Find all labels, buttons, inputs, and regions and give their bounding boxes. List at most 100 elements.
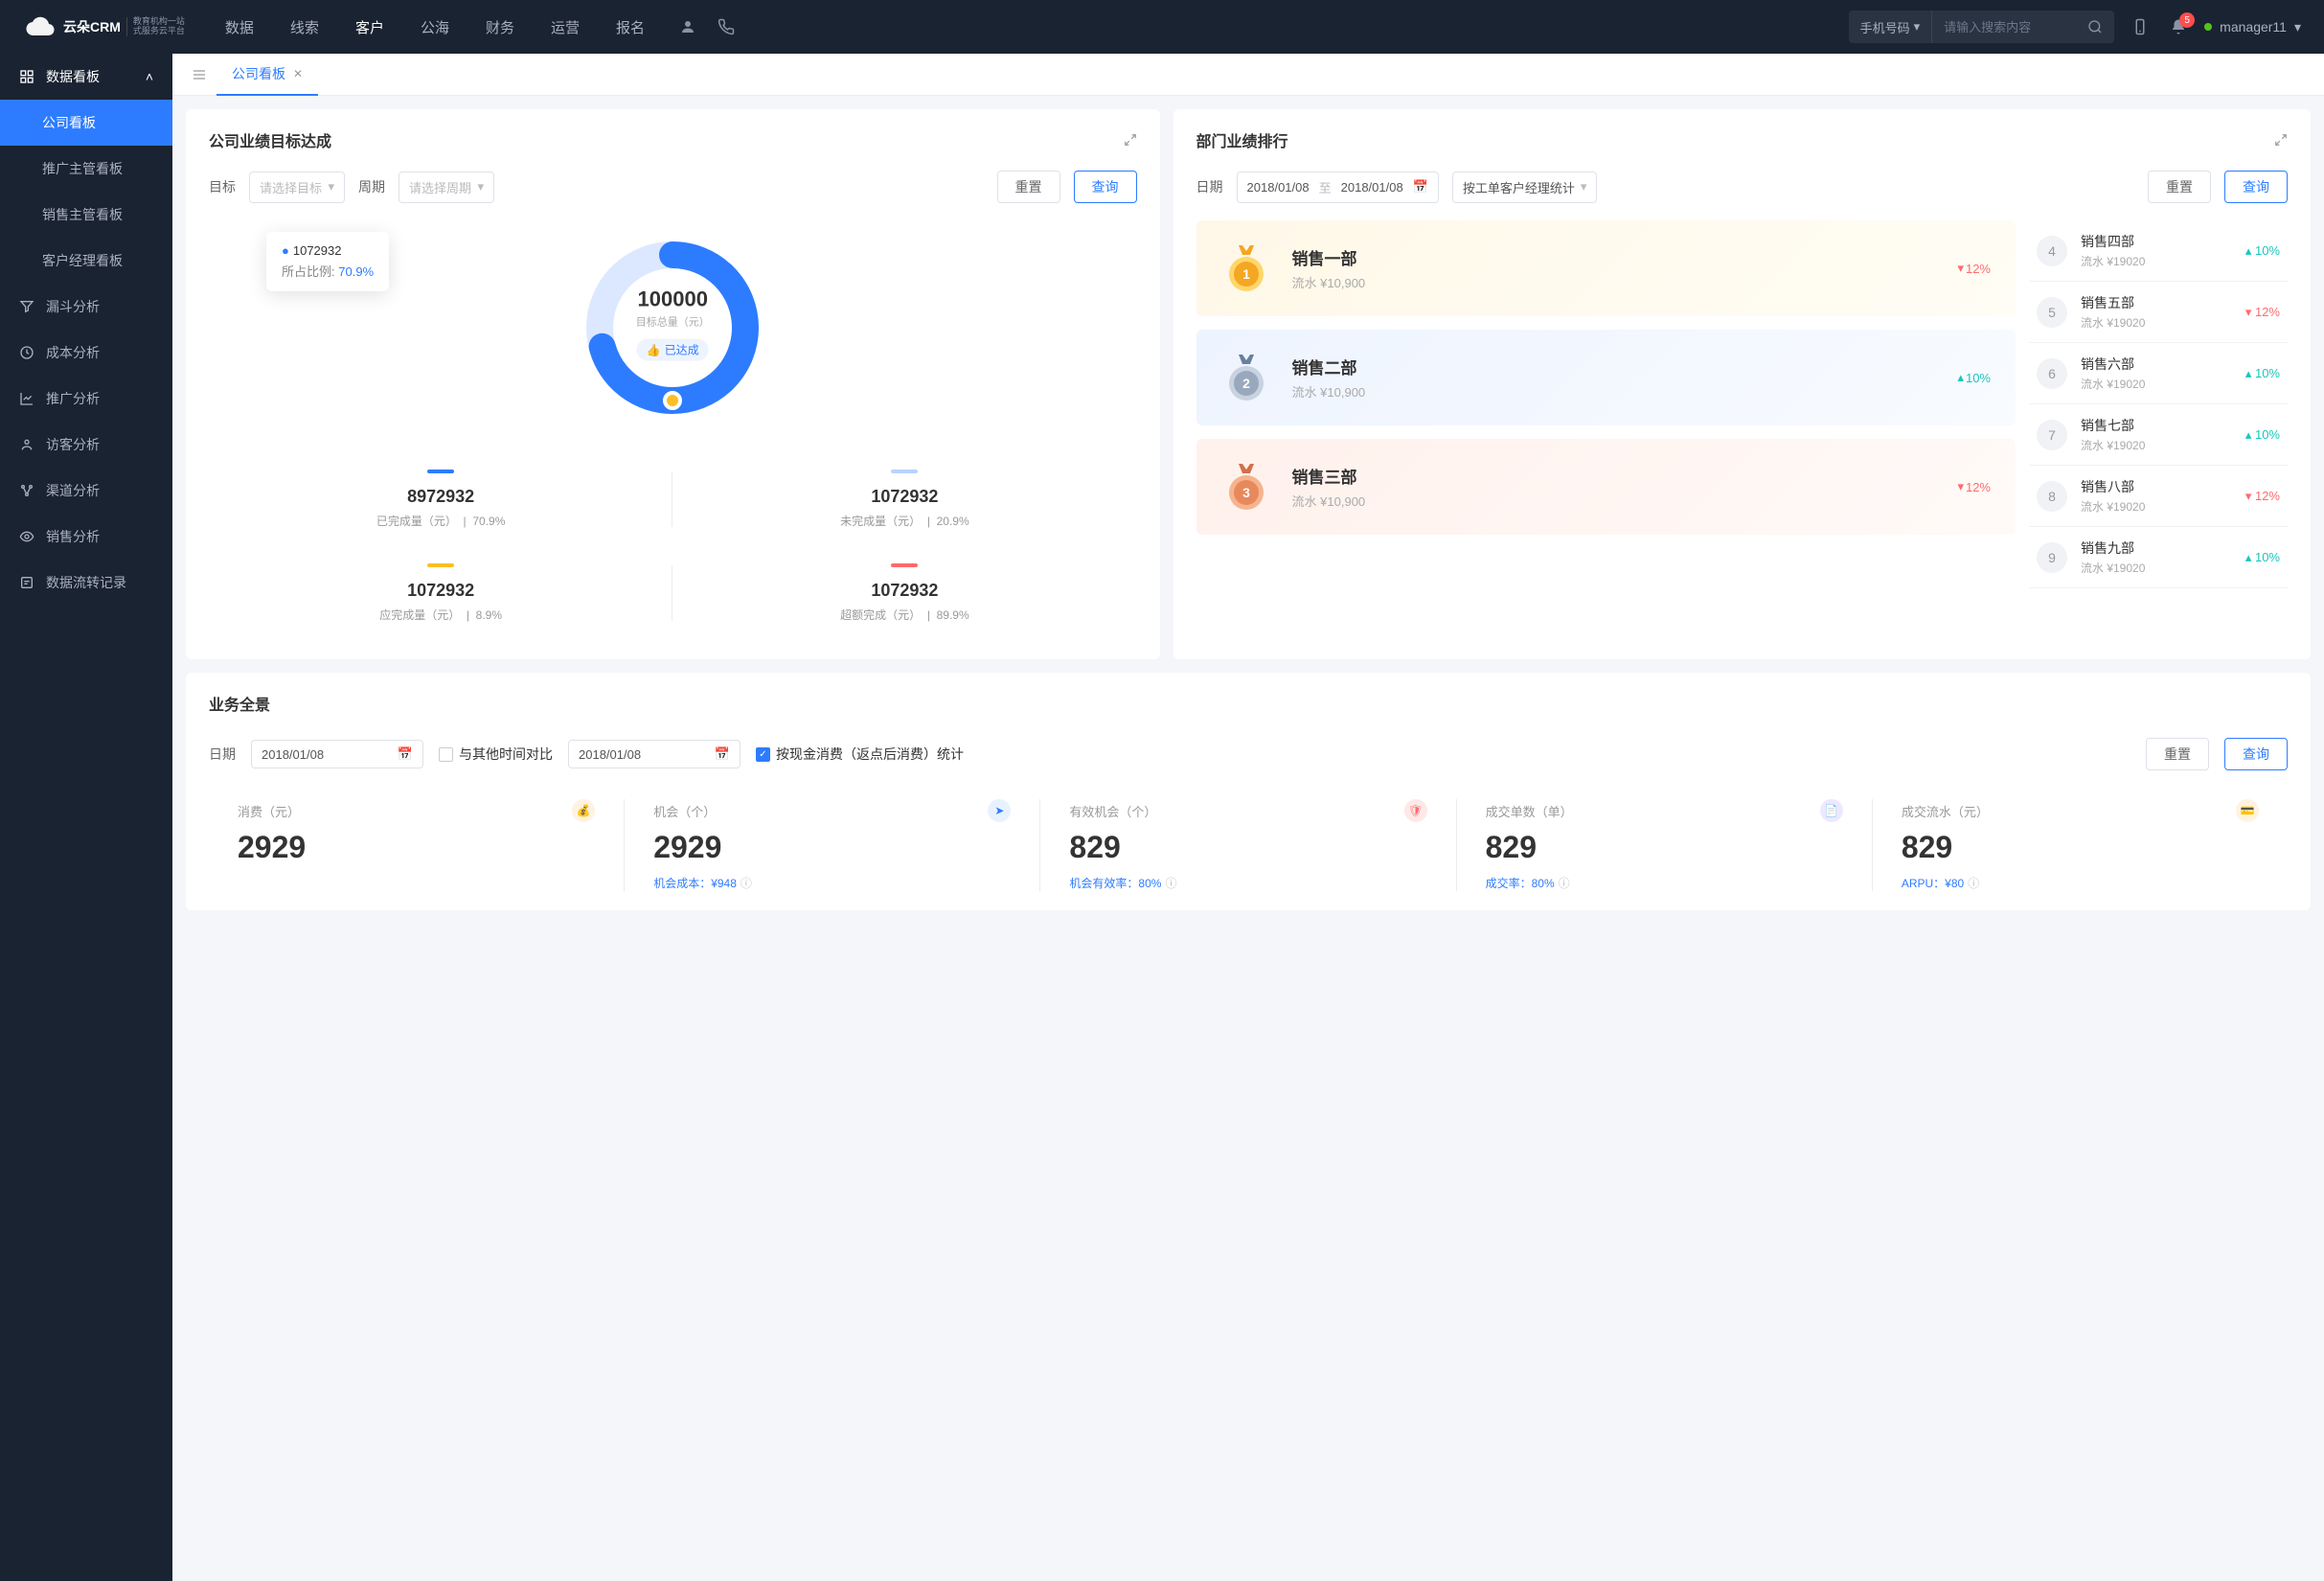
sidebar-single-visitor[interactable]: 访客分析 [0, 422, 172, 468]
tooltip-ratio-label: 所占比例: [282, 264, 335, 279]
podium-pct: ▾ 12% [1957, 479, 1991, 494]
rank-name: 销售八部 [2081, 477, 2145, 496]
date-value: 2018/01/08 [262, 747, 324, 762]
sidebar-single-channel[interactable]: 渠道分析 [0, 468, 172, 514]
rank-item-7[interactable]: 7 销售七部 流水 ¥19020 ▴ 10% [2029, 404, 2288, 466]
topnav-item-6[interactable]: 报名 [599, 0, 662, 54]
date-picker-2[interactable]: 2018/01/08 📅 [568, 740, 740, 768]
help-icon[interactable]: ⓘ [740, 875, 752, 891]
search-type-label: 手机号码 [1860, 18, 1910, 36]
rank-sub: 流水 ¥19020 [2081, 498, 2145, 515]
stat-label: 已完成量（元） | 70.9% [218, 513, 663, 529]
search-input[interactable] [1932, 20, 2076, 34]
date-label: 日期 [1196, 177, 1223, 196]
goal-select[interactable]: 请选择目标 ▾ [249, 172, 345, 203]
stat-by-select[interactable]: 按工单客户经理统计 ▾ [1452, 172, 1598, 203]
arrow-up-icon: ▴ [2245, 243, 2252, 258]
stat-cell-1: 1072932 未完成量（元） | 20.9% [672, 452, 1136, 546]
rank-item-5[interactable]: 5 销售五部 流水 ¥19020 ▾ 12% [2029, 282, 2288, 343]
doc-icon: 📄 [1820, 799, 1843, 822]
sidebar-single-label: 推广分析 [46, 389, 100, 408]
search-button[interactable] [2076, 19, 2114, 34]
rank-number: 5 [2037, 297, 2067, 328]
podium-item-3[interactable]: 3 销售三部 流水 ¥10,900 ▾ 12% [1196, 439, 2016, 535]
topnav-item-0[interactable]: 数据 [208, 0, 271, 54]
compare-checkbox[interactable]: 与其他时间对比 [439, 745, 553, 764]
bag-icon: 💰 [572, 799, 595, 822]
user-menu[interactable]: manager11 ▾ [2204, 19, 2301, 35]
rank-item-6[interactable]: 6 销售六部 流水 ¥19020 ▴ 10% [2029, 343, 2288, 404]
query-button[interactable]: 查询 [2224, 171, 2288, 203]
sidebar-single-chart[interactable]: 推广分析 [0, 376, 172, 422]
query-button[interactable]: 查询 [2224, 738, 2288, 770]
thumbs-up-icon: 👍 [647, 343, 661, 356]
reset-button[interactable]: 重置 [2148, 171, 2211, 203]
sidebar-item-3[interactable]: 客户经理看板 [0, 238, 172, 284]
sidebar-single-eye[interactable]: 销售分析 [0, 514, 172, 560]
sidebar-group-dashboard[interactable]: 数据看板 ˄ [0, 54, 172, 100]
metric-label: 有效机会（个） [1069, 802, 1156, 820]
phone-icon[interactable] [718, 18, 735, 35]
rank-item-8[interactable]: 8 销售八部 流水 ¥19020 ▾ 12% [2029, 466, 2288, 527]
period-select[interactable]: 请选择周期 ▾ [399, 172, 494, 203]
sidebar-single-clock[interactable]: 成本分析 [0, 330, 172, 376]
query-button[interactable]: 查询 [1074, 171, 1137, 203]
search-type-select[interactable]: 手机号码 ▾ [1849, 11, 1933, 43]
calendar-icon: 📅 [398, 746, 413, 762]
rank-sub: 流水 ¥19020 [2081, 314, 2145, 331]
stat-label: 应完成量（元） | 8.9% [218, 607, 663, 623]
stat-value: 1072932 [682, 581, 1127, 601]
sidebar-toggle[interactable] [182, 67, 216, 82]
help-icon[interactable]: ⓘ [1559, 875, 1570, 891]
date-picker-1[interactable]: 2018/01/08 📅 [251, 740, 423, 768]
metric-1: 机会（个） ➤ 2929 机会成本：¥948 ⓘ [625, 799, 1040, 891]
topnav-item-5[interactable]: 运营 [534, 0, 597, 54]
expand-button[interactable] [1124, 133, 1137, 147]
rank-sub: 流水 ¥19020 [2081, 253, 2145, 269]
arrow-down-icon: ▾ [2245, 489, 2252, 503]
date-range-picker[interactable]: 2018/01/08 至 2018/01/08 📅 [1237, 172, 1439, 203]
notification-bell[interactable]: 5 [2170, 18, 2187, 35]
arrow-up-icon: ▴ [2245, 366, 2252, 380]
brand-logo[interactable]: 云朵CRM 教育机构一站 式服务云平台 [23, 13, 185, 40]
status-dot-icon [2204, 23, 2212, 31]
sidebar-item-1[interactable]: 推广主管看板 [0, 146, 172, 192]
stat-bar-icon [891, 563, 918, 567]
chevron-down-icon: ▾ [477, 179, 484, 195]
date-value: 2018/01/08 [579, 747, 641, 762]
search-box: 手机号码 ▾ [1849, 11, 2115, 43]
sidebar-item-2[interactable]: 销售主管看板 [0, 192, 172, 238]
user-icon[interactable] [679, 18, 696, 35]
dot-icon: ● [282, 243, 289, 258]
reset-button[interactable]: 重置 [997, 171, 1060, 203]
cloud-logo-icon [23, 13, 57, 40]
tab-company-board[interactable]: 公司看板 ✕ [216, 54, 318, 96]
sidebar-item-0[interactable]: 公司看板 [0, 100, 172, 146]
donut-center: 100000 目标总量（元） 👍 已达成 [636, 287, 710, 361]
topnav-item-4[interactable]: 财务 [468, 0, 532, 54]
device-icon[interactable] [2131, 18, 2149, 35]
rank-item-4[interactable]: 4 销售四部 流水 ¥19020 ▴ 10% [2029, 220, 2288, 282]
help-icon[interactable]: ⓘ [1165, 875, 1176, 891]
podium-pct: ▴ 10% [1957, 370, 1991, 385]
business-overview-card: 业务全景 日期 2018/01/08 📅 与其他时间对比 2018/01/08 [186, 673, 2311, 910]
topnav-item-1[interactable]: 线索 [273, 0, 336, 54]
rank-item-9[interactable]: 9 销售九部 流水 ¥19020 ▴ 10% [2029, 527, 2288, 588]
username: manager11 [2220, 19, 2287, 34]
sidebar-single-funnel[interactable]: 漏斗分析 [0, 284, 172, 330]
expand-button[interactable] [2274, 133, 2288, 147]
sidebar-single-flow[interactable]: 数据流转记录 [0, 560, 172, 606]
help-icon[interactable]: ⓘ [1968, 875, 1979, 891]
reset-button[interactable]: 重置 [2146, 738, 2209, 770]
topnav-item-3[interactable]: 公海 [403, 0, 467, 54]
topnav-item-2[interactable]: 客户 [338, 0, 401, 54]
stat-cell-3: 1072932 超额完成（元） | 89.9% [672, 546, 1136, 640]
metric-sub: 机会有效率：80% ⓘ [1069, 875, 1426, 891]
podium-item-2[interactable]: 2 销售二部 流水 ¥10,900 ▴ 10% [1196, 330, 2016, 425]
sidebar-single-label: 数据流转记录 [46, 573, 126, 592]
period-label: 周期 [358, 177, 385, 196]
cash-stat-checkbox[interactable]: 按现金消费（返点后消费）统计 [756, 745, 964, 764]
brand-name: 云朵CRM [63, 17, 121, 36]
podium-item-1[interactable]: 1 销售一部 流水 ¥10,900 ▾ 12% [1196, 220, 2016, 316]
close-icon[interactable]: ✕ [293, 67, 303, 80]
